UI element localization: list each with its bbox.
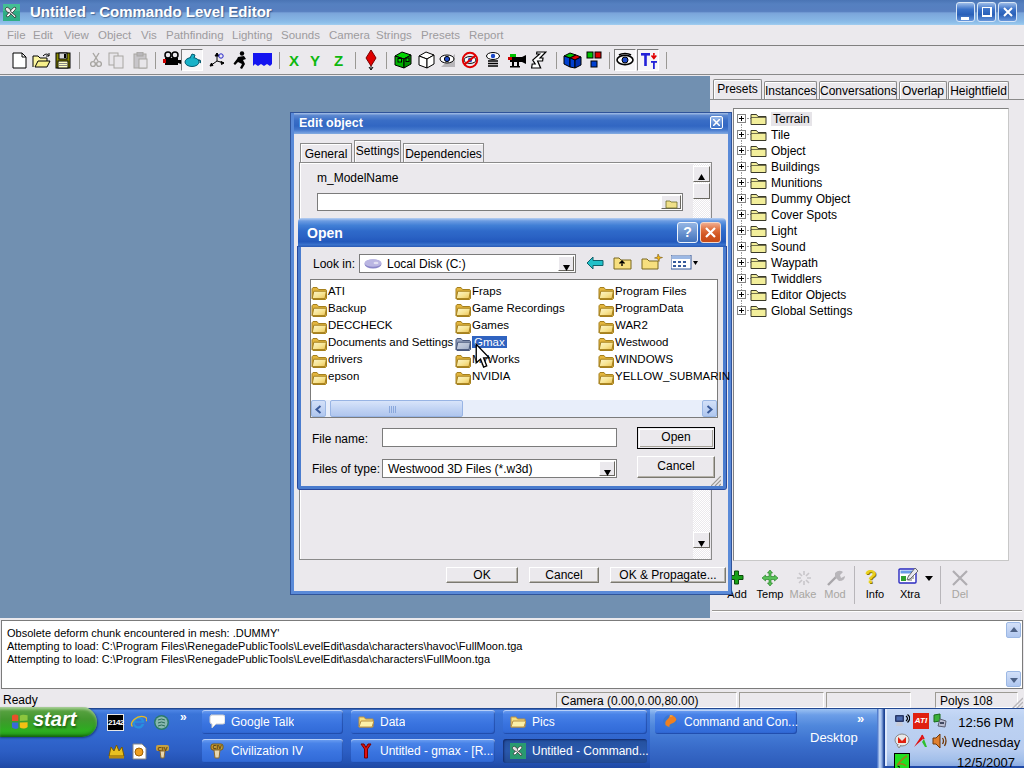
svg-text:CIV: CIV [212, 744, 222, 750]
